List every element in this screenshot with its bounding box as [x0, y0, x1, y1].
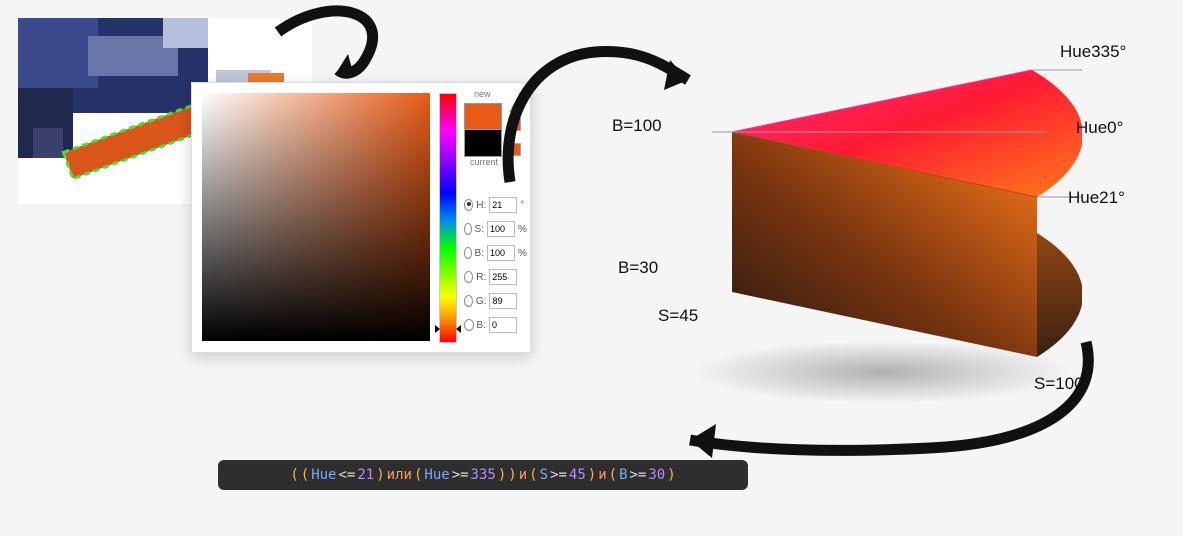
label-hue-335: Hue335° — [1060, 42, 1126, 62]
field-input-g[interactable] — [489, 293, 517, 309]
field-label: R: — [476, 272, 486, 283]
color-field-b-2: B:% — [464, 241, 526, 265]
saturation-brightness-field[interactable] — [202, 93, 430, 341]
code-token: 30 — [648, 467, 665, 483]
field-label: B: — [477, 320, 486, 331]
code-token: ( — [301, 467, 309, 483]
code-token: ( — [290, 467, 298, 483]
color-picker-panel: new current ⚠ H:°S:%B:%R:G:B: — [191, 82, 531, 353]
color-field-r-3: R: — [464, 265, 526, 289]
code-token: Hue — [311, 467, 336, 483]
field-label: H: — [476, 200, 486, 211]
code-token: или — [387, 467, 412, 483]
radio-s[interactable] — [464, 223, 472, 235]
code-token: ) — [667, 467, 675, 483]
code-token: ) — [498, 467, 506, 483]
code-token: ) — [376, 467, 384, 483]
code-token: 335 — [471, 467, 496, 483]
color-field-b-5: B: — [464, 313, 526, 337]
radio-r[interactable] — [464, 271, 473, 283]
radio-g[interactable] — [464, 295, 473, 307]
hue-slider[interactable] — [439, 93, 457, 343]
formula-code: ((Hue<=21) или (Hue>=335)) и (S>=45) и (… — [218, 460, 748, 490]
code-token: ) — [588, 467, 596, 483]
code-token: ( — [529, 467, 537, 483]
code-token: ( — [414, 467, 422, 483]
code-token: >= — [452, 467, 469, 483]
field-input-b[interactable] — [487, 245, 515, 261]
field-unit: % — [518, 248, 526, 259]
code-token: ( — [609, 467, 617, 483]
radio-h[interactable] — [464, 199, 473, 211]
radio-b[interactable] — [464, 247, 472, 259]
color-field-s-1: S:% — [464, 217, 526, 241]
code-token: и — [519, 467, 527, 483]
label-hue-0: Hue0° — [1076, 118, 1123, 138]
arrow-pixel-to-picker — [260, 0, 430, 115]
color-field-g-4: G: — [464, 289, 526, 313]
radio-b[interactable] — [464, 319, 474, 331]
code-token: ) — [508, 467, 516, 483]
label-b-30: B=30 — [618, 258, 658, 278]
field-label: B: — [475, 248, 484, 259]
label-new: new — [474, 89, 491, 99]
code-token: и — [598, 467, 606, 483]
field-input-s[interactable] — [487, 221, 515, 237]
field-label: S: — [475, 224, 484, 235]
hue-marker-right — [456, 325, 461, 333]
code-token: Hue — [424, 467, 449, 483]
label-s-45: S=45 — [658, 306, 698, 326]
field-unit: % — [518, 224, 526, 235]
code-token: >= — [550, 467, 567, 483]
code-token: 45 — [569, 467, 586, 483]
label-b-100: B=100 — [612, 116, 662, 136]
code-token: B — [619, 467, 627, 483]
color-fields: H:°S:%B:%R:G:B: — [464, 193, 526, 337]
label-hue-21: Hue21° — [1068, 188, 1125, 208]
code-token: >= — [630, 467, 647, 483]
field-input-r[interactable] — [489, 269, 517, 285]
field-label: G: — [476, 296, 487, 307]
code-token: S — [540, 467, 548, 483]
field-input-b[interactable] — [489, 317, 517, 333]
code-token: 21 — [357, 467, 374, 483]
hue-marker-left — [435, 325, 440, 333]
code-token: <= — [339, 467, 356, 483]
